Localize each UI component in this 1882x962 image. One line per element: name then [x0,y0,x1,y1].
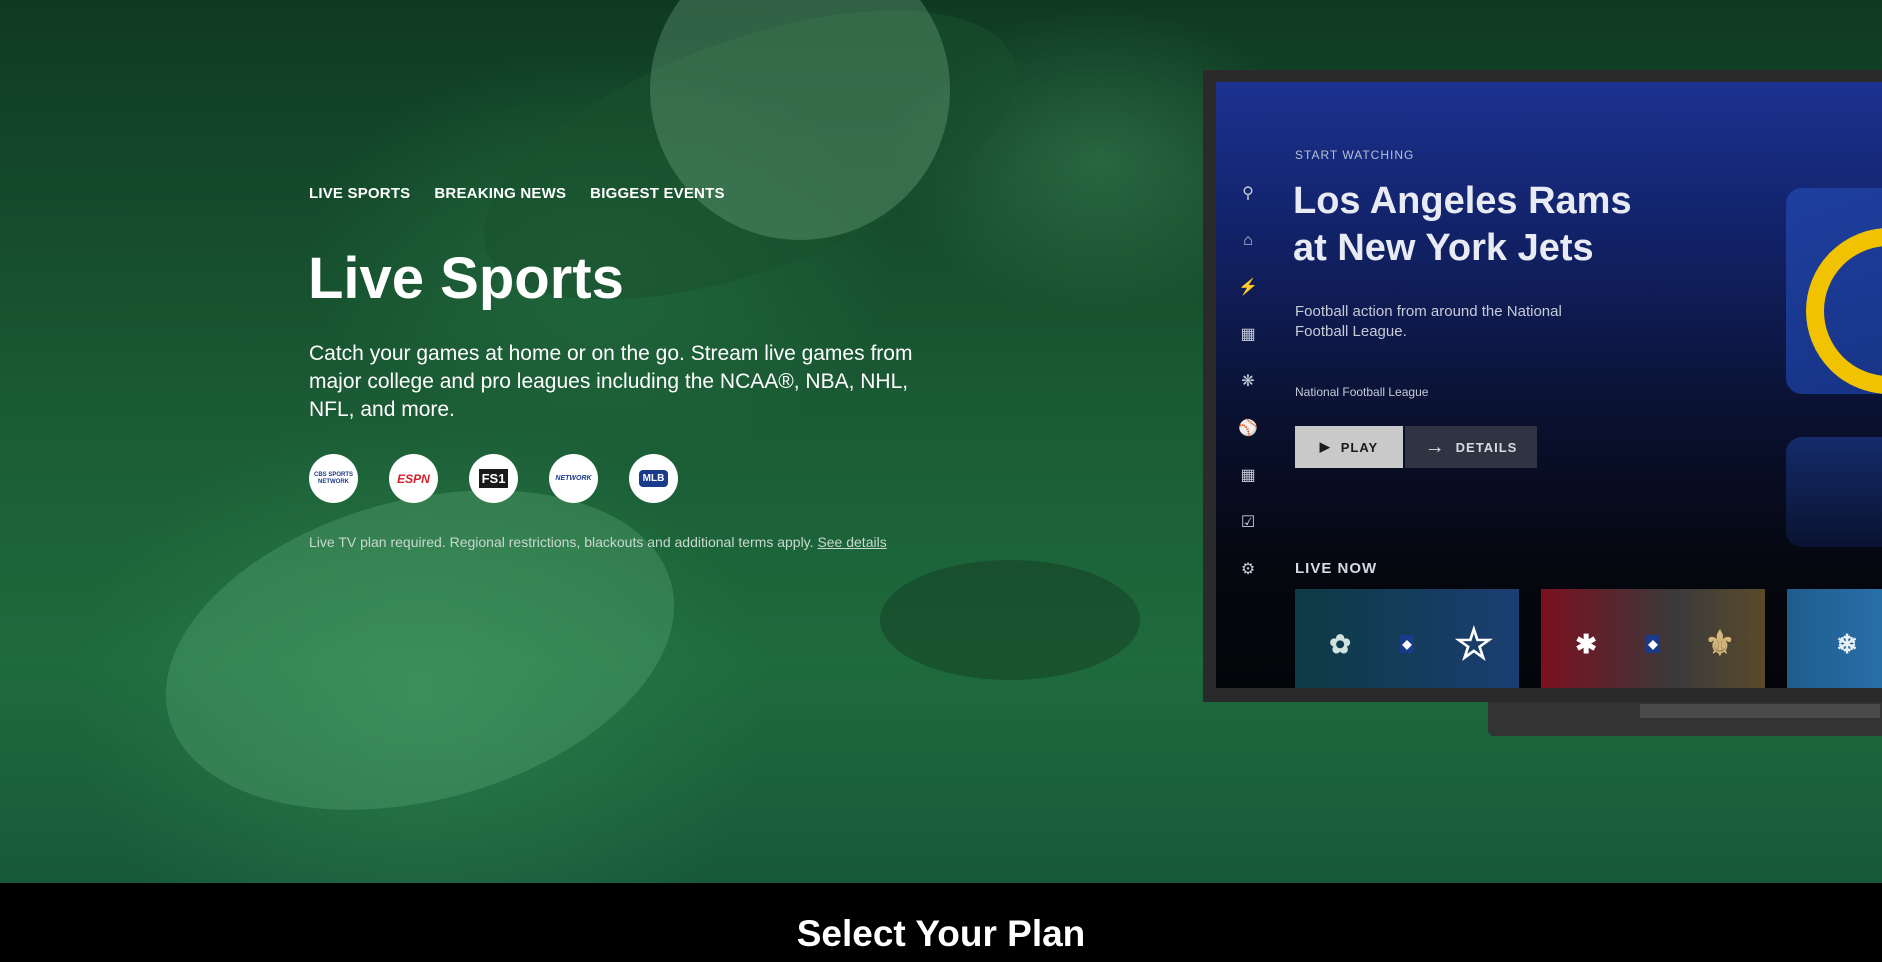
nav-breaking-news[interactable]: BREAKING NEWS [434,185,566,202]
hero-description: Catch your games at home or on the go. S… [309,342,913,421]
tv-icon[interactable]: ▦ [1238,323,1258,346]
play-label: PLAY [1340,439,1379,455]
network-logos: CBS SPORTS NETWORK ESPN FS1 NETWORK MLB [309,454,678,503]
rams-logo [1806,228,1882,394]
disclaimer: Live TV plan required. Regional restrict… [309,534,887,550]
page-title: Live Sports [308,246,624,311]
hero-nav: LIVE SPORTS BREAKING NEWS BIGGEST EVENTS [309,185,725,202]
tv-description: Football action from around the National… [1295,303,1562,340]
start-watching-label: START WATCHING [1295,148,1415,162]
cbs-sports-network-logo: CBS SPORTS NETWORK [309,454,358,503]
tv-screen: ⚲ ⌂ ⚡ ▦ ❋ ⚾ ▦ ☑ ⚙ START WATCHING Los Ang… [1216,82,1882,688]
nfl-network-logo: NETWORK [549,454,598,503]
details-label: DETAILS [1455,439,1518,455]
live-game-card[interactable]: ✱ ◆ ⚜ [1541,589,1765,688]
sports-icon[interactable]: ⚾ [1238,417,1258,440]
select-plan-heading: Select Your Plan [796,913,1086,954]
player-glove-shape [880,560,1140,680]
details-button[interactable]: → DETAILS [1405,426,1537,468]
live-game-card[interactable]: ✿ ◆ ☆ [1295,589,1519,688]
gear-icon[interactable]: ⚙ [1238,558,1258,581]
movie-reel-icon[interactable]: ❋ [1238,370,1258,393]
fs1-logo: FS1 [469,454,518,503]
play-icon: ▶ [1319,439,1331,454]
search-icon[interactable]: ⚲ [1238,182,1258,205]
lightning-icon[interactable]: ⚡ [1238,276,1258,299]
tv-league: National Football League [1295,385,1429,399]
see-details-link[interactable]: See details [817,534,886,550]
espn-logo: ESPN [389,454,438,503]
home-icon[interactable]: ⌂ [1238,229,1258,252]
eagles-logo: ✿ [1329,628,1352,659]
lions-logo: ❄ [1836,628,1858,659]
cowboys-star-logo: ☆ [1454,619,1494,669]
grid-icon[interactable]: ▦ [1238,464,1258,487]
featured-team-card[interactable] [1786,188,1882,394]
play-button[interactable]: ▶ PLAY [1295,426,1403,468]
secondary-feature-card[interactable] [1786,437,1882,547]
tv-stand-base [1640,704,1880,718]
live-game-card[interactable]: ❄ [1787,589,1882,688]
hero-section: LIVE SPORTS BREAKING NEWS BIGGEST EVENTS… [0,0,1882,883]
nav-biggest-events[interactable]: BIGGEST EVENTS [590,185,725,202]
disclaimer-text: Live TV plan required. Regional restrict… [309,534,814,550]
tv-title: Los Angeles Rams at New York Jets [1293,180,1632,269]
mlb-network-logo: MLB [629,454,678,503]
tv-side-rail: ⚲ ⌂ ⚡ ▦ ❋ ⚾ ▦ ☑ ⚙ [1238,182,1258,581]
checklist-icon[interactable]: ☑ [1238,511,1258,534]
falcons-logo: ✱ [1575,628,1598,659]
live-now-cards: ✿ ◆ ☆ ✱ ◆ ⚜ ❄ [1295,589,1882,688]
nfl-shield-icon: ◆ [1646,635,1660,653]
arrow-right-icon: → [1424,435,1446,458]
nfl-shield-icon: ◆ [1400,635,1414,653]
saints-logo: ⚜ [1704,625,1736,663]
nav-live-sports[interactable]: LIVE SPORTS [309,185,410,202]
live-now-label: LIVE NOW [1295,560,1378,577]
